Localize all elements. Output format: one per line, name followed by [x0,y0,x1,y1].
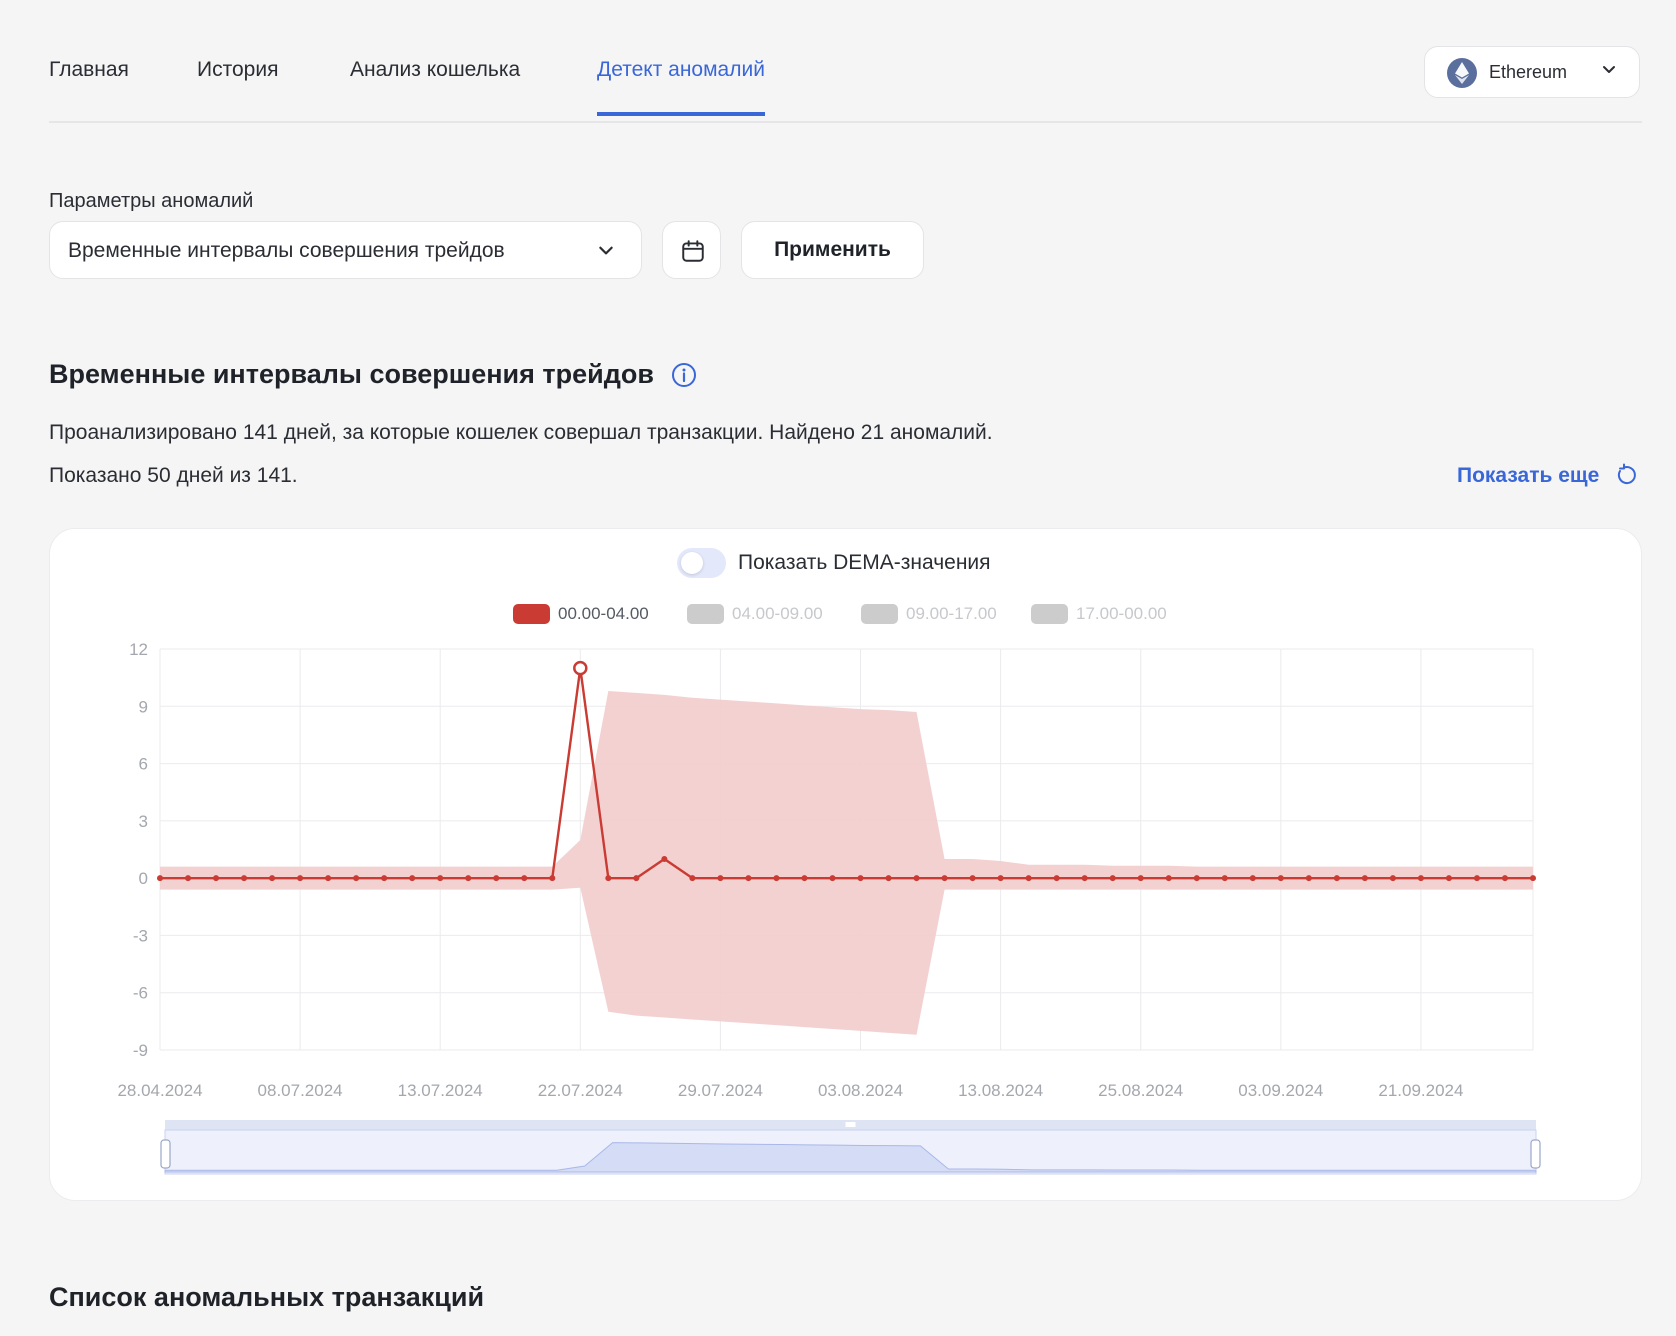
data-point[interactable] [969,875,976,882]
x-tick-label: 25.08.2024 [1098,1081,1183,1100]
data-point[interactable] [325,875,332,882]
data-point[interactable] [689,875,696,882]
data-point[interactable] [885,875,892,882]
y-tick-label: 0 [139,869,148,888]
data-point[interactable] [1473,875,1480,882]
data-point[interactable] [829,875,836,882]
x-tick-label: 03.08.2024 [818,1081,903,1100]
data-point[interactable] [1389,875,1396,882]
data-point[interactable] [241,875,248,882]
data-point[interactable] [857,875,864,882]
data-point[interactable] [1193,875,1200,882]
y-tick-label: -3 [133,926,148,945]
x-tick-label: 13.07.2024 [398,1081,483,1100]
data-point[interactable] [1249,875,1256,882]
x-tick-label: 13.08.2024 [958,1081,1043,1100]
y-tick-label: -9 [133,1041,148,1060]
data-point[interactable] [1277,875,1284,882]
x-tick-label: 22.07.2024 [538,1081,623,1100]
data-point[interactable] [1109,875,1116,882]
anomaly-chart: 28.04.2024 08.07.2024 13.07.2024 22.07.2024… [117,640,1541,1175]
data-point[interactable] [717,875,724,882]
x-tick-label: 28.04.2024 [117,1081,202,1100]
y-tick-label: -6 [133,984,148,1003]
data-point[interactable] [381,875,388,882]
x-tick-label: 21.09.2024 [1378,1081,1463,1100]
data-point[interactable] [1333,875,1340,882]
data-point[interactable] [773,875,780,882]
data-point[interactable] [269,875,276,882]
zoom-handle-left[interactable] [160,1139,171,1169]
confidence-band [160,691,1533,1035]
data-point[interactable] [297,875,304,882]
data-point[interactable] [633,875,640,882]
data-point[interactable] [1445,875,1452,882]
data-point[interactable] [661,856,668,863]
data-point[interactable] [1501,875,1508,882]
data-point[interactable] [465,875,472,882]
data-point[interactable] [549,875,556,882]
data-point[interactable] [185,875,192,882]
data-point[interactable] [913,875,920,882]
data-point[interactable] [1137,875,1144,882]
data-point[interactable] [437,875,444,882]
data-point[interactable] [409,875,416,882]
y-tick-label: 6 [139,755,148,774]
data-point[interactable] [157,875,163,882]
data-point[interactable] [1221,875,1228,882]
data-point[interactable] [605,875,612,882]
x-tick-label: 29.07.2024 [678,1081,763,1100]
data-point[interactable] [1417,875,1424,882]
data-point[interactable] [213,875,220,882]
data-point[interactable] [1305,875,1312,882]
anomaly-point[interactable] [573,660,588,676]
data-point[interactable] [1361,875,1368,882]
data-point[interactable] [1165,875,1172,882]
data-point[interactable] [353,875,360,882]
zoom-handle-right[interactable] [1530,1139,1541,1169]
data-point[interactable] [1025,875,1032,882]
data-point[interactable] [801,875,808,882]
zoom-drag-grip[interactable] [845,1122,856,1127]
x-tick-label: 03.09.2024 [1238,1081,1323,1100]
data-point[interactable] [745,875,752,882]
y-tick-label: 12 [129,640,148,659]
data-point[interactable] [997,875,1004,882]
data-point[interactable] [1081,875,1088,882]
y-tick-label: 3 [139,812,148,831]
anomalous-transactions-title: Список аномальных транзакций [49,1282,485,1312]
data-point[interactable] [941,875,948,882]
y-tick-label: 9 [139,697,148,716]
data-point[interactable] [493,875,500,882]
data-point[interactable] [521,875,528,882]
data-point[interactable] [1530,875,1536,882]
data-point[interactable] [1053,875,1060,882]
x-tick-label: 08.07.2024 [258,1081,343,1100]
